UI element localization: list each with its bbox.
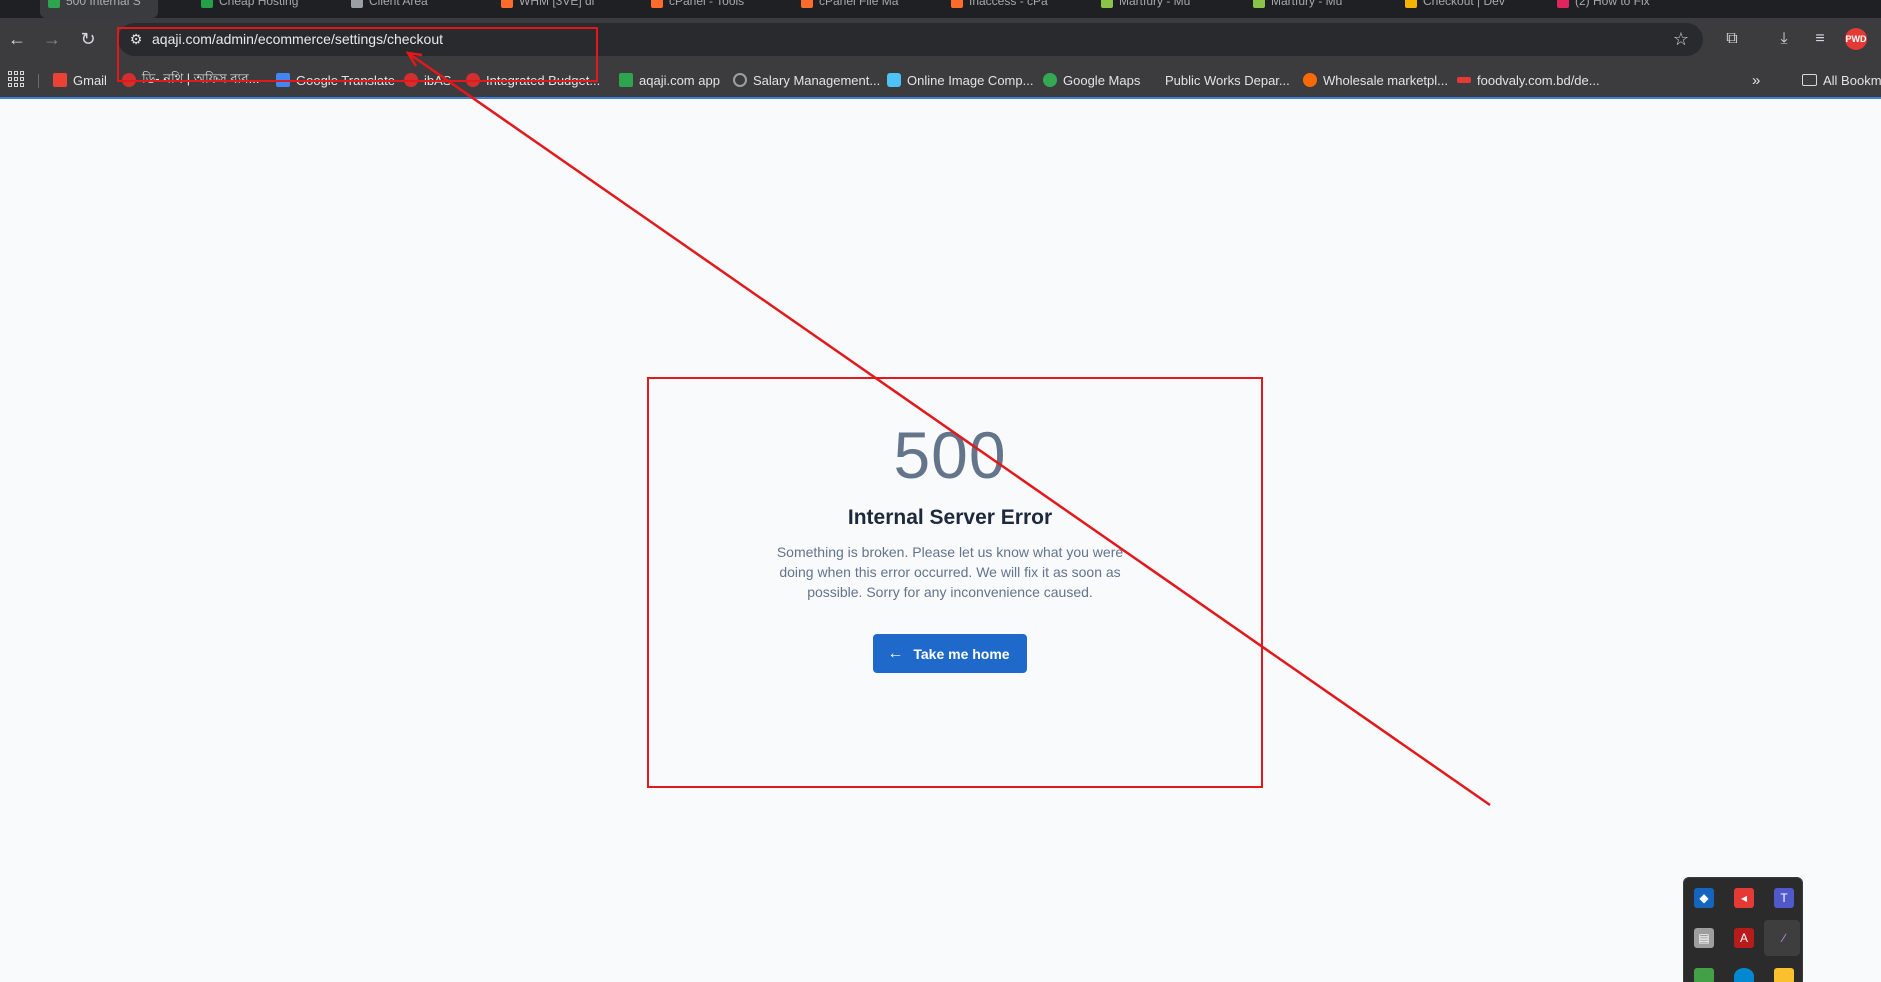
pwd-icon — [1151, 73, 1159, 87]
bookmark-label: Public Works Depar... — [1165, 72, 1290, 88]
adobe-acrobat-icon[interactable]: A — [1734, 928, 1754, 948]
bookmark-label: Online Image Comp... — [907, 72, 1034, 88]
back-arrow-icon[interactable]: ← — [5, 27, 29, 51]
pen-icon[interactable]: ∕ — [1774, 928, 1794, 948]
tab-favicon-icon — [1405, 0, 1417, 8]
tab-cheap-hosting[interactable]: Cheap Hosting — [193, 0, 333, 18]
app-icon-yellow[interactable] — [1774, 968, 1794, 982]
app-icon-green[interactable] — [1694, 968, 1714, 982]
tab-title: WHM [3VE] di — [519, 0, 595, 8]
folder-icon — [1802, 74, 1817, 86]
tab-how-to-fix[interactable]: (2) How to Fix — [1549, 0, 1699, 18]
tab-martfury-2[interactable]: Martfury - Mu — [1245, 0, 1395, 18]
apps-grid-icon[interactable] — [8, 71, 24, 87]
maps-icon — [1043, 73, 1057, 87]
bookmark-star-icon[interactable]: ☆ — [1673, 28, 1689, 50]
onedrive-icon[interactable] — [1734, 968, 1754, 982]
bookmark-wholesale-marketplace[interactable]: Wholesale marketpl... — [1303, 71, 1448, 89]
tab-whm[interactable]: WHM [3VE] di — [493, 0, 633, 18]
system-tray-overflow: ◆ ◂ T ▤ A ∕ — [1683, 877, 1803, 982]
bookmarks-overflow-chevron-icon[interactable]: » — [1752, 71, 1760, 89]
tab-favicon-icon — [201, 0, 213, 8]
tab-title: (2) How to Fix — [1575, 0, 1650, 8]
profile-avatar[interactable]: PWD — [1845, 28, 1867, 50]
tab-favicon-icon — [951, 0, 963, 8]
annotation-box-url — [117, 27, 598, 82]
tab-title: Checkout | Dev — [1423, 0, 1505, 8]
bookmarks-divider — [38, 74, 39, 88]
bookmark-label: foodvaly.com.bd/de... — [1477, 72, 1600, 88]
tab-inaccess[interactable]: Inaccess - cPa — [943, 0, 1083, 18]
bookmark-label: aqaji.com app — [639, 72, 720, 88]
printer-icon[interactable]: ▤ — [1694, 928, 1714, 948]
tab-martfury-1[interactable]: Martfury - Mu — [1093, 0, 1243, 18]
bookmark-label: Google Maps — [1063, 72, 1141, 88]
media-queue-icon[interactable]: ≡ — [1808, 27, 1832, 51]
tab-title: Client Area — [369, 0, 428, 8]
foodvaly-icon — [1457, 77, 1471, 83]
tab-500-error[interactable]: 500 Internal S — [40, 0, 158, 18]
tab-title: cPanel - Tools — [669, 0, 745, 8]
aqaji-icon — [619, 73, 633, 87]
bookmark-image-compressor[interactable]: Online Image Comp... — [887, 71, 1033, 89]
teams-icon[interactable]: T — [1774, 888, 1794, 908]
image-compress-icon — [887, 73, 901, 87]
bookmark-google-maps[interactable]: Google Maps — [1043, 71, 1140, 89]
tab-favicon-icon — [1101, 0, 1113, 8]
bookmark-gmail[interactable]: Gmail — [53, 71, 107, 89]
tab-client-area[interactable]: Client Area — [343, 0, 483, 18]
all-bookmarks[interactable]: All Bookmarks — [1802, 71, 1881, 89]
tab-title: Martfury - Mu — [1119, 0, 1191, 8]
tab-cpanel-file-manager[interactable]: cPanel File Ma — [793, 0, 933, 18]
bookmark-foodvaly[interactable]: foodvaly.com.bd/de... — [1457, 71, 1600, 89]
annotation-box-error — [647, 377, 1263, 788]
tab-favicon-icon — [501, 0, 513, 8]
tab-cpanel-tools[interactable]: cPanel - Tools — [643, 0, 783, 18]
tab-favicon-icon — [351, 0, 363, 8]
tab-favicon-icon — [801, 0, 813, 8]
bookmark-aqaji-app[interactable]: aqaji.com app — [619, 71, 720, 89]
bookmark-label: Wholesale marketpl... — [1323, 72, 1448, 88]
tab-favicon-icon — [651, 0, 663, 8]
tab-title: Inaccess - cPa — [969, 0, 1048, 8]
defender-shield-icon[interactable]: ◆ — [1694, 888, 1714, 908]
gmail-icon — [53, 73, 67, 87]
bookmark-salary-management[interactable]: Salary Management... — [733, 71, 880, 89]
tab-strip: 500 Internal S Cheap Hosting Client Area… — [0, 0, 1881, 18]
extensions-icon[interactable]: ⧉ — [1720, 27, 1744, 51]
tab-favicon-icon — [1557, 0, 1569, 8]
bookmark-public-works[interactable]: Public Works Depar... — [1151, 71, 1290, 89]
tab-favicon-icon — [1253, 0, 1265, 8]
all-bookmarks-label: All Bookmarks — [1823, 72, 1881, 88]
anydesk-icon[interactable]: ◂ — [1734, 888, 1754, 908]
bookmark-label: Salary Management... — [753, 72, 881, 88]
tab-checkout[interactable]: Checkout | Dev — [1397, 0, 1547, 18]
download-icon[interactable]: ⤓ — [1772, 27, 1796, 51]
alibaba-icon — [1303, 73, 1317, 87]
tab-title: 500 Internal S — [66, 0, 141, 8]
reload-icon[interactable]: ↻ — [76, 27, 100, 51]
globe-icon — [733, 73, 747, 87]
tab-title: Martfury - Mu — [1271, 0, 1343, 8]
tab-title: cPanel File Ma — [819, 0, 899, 8]
bookmark-label: Gmail — [73, 72, 107, 88]
tab-favicon-icon — [48, 0, 60, 8]
tab-title: Cheap Hosting — [219, 0, 299, 8]
forward-arrow-icon[interactable]: → — [40, 27, 64, 51]
